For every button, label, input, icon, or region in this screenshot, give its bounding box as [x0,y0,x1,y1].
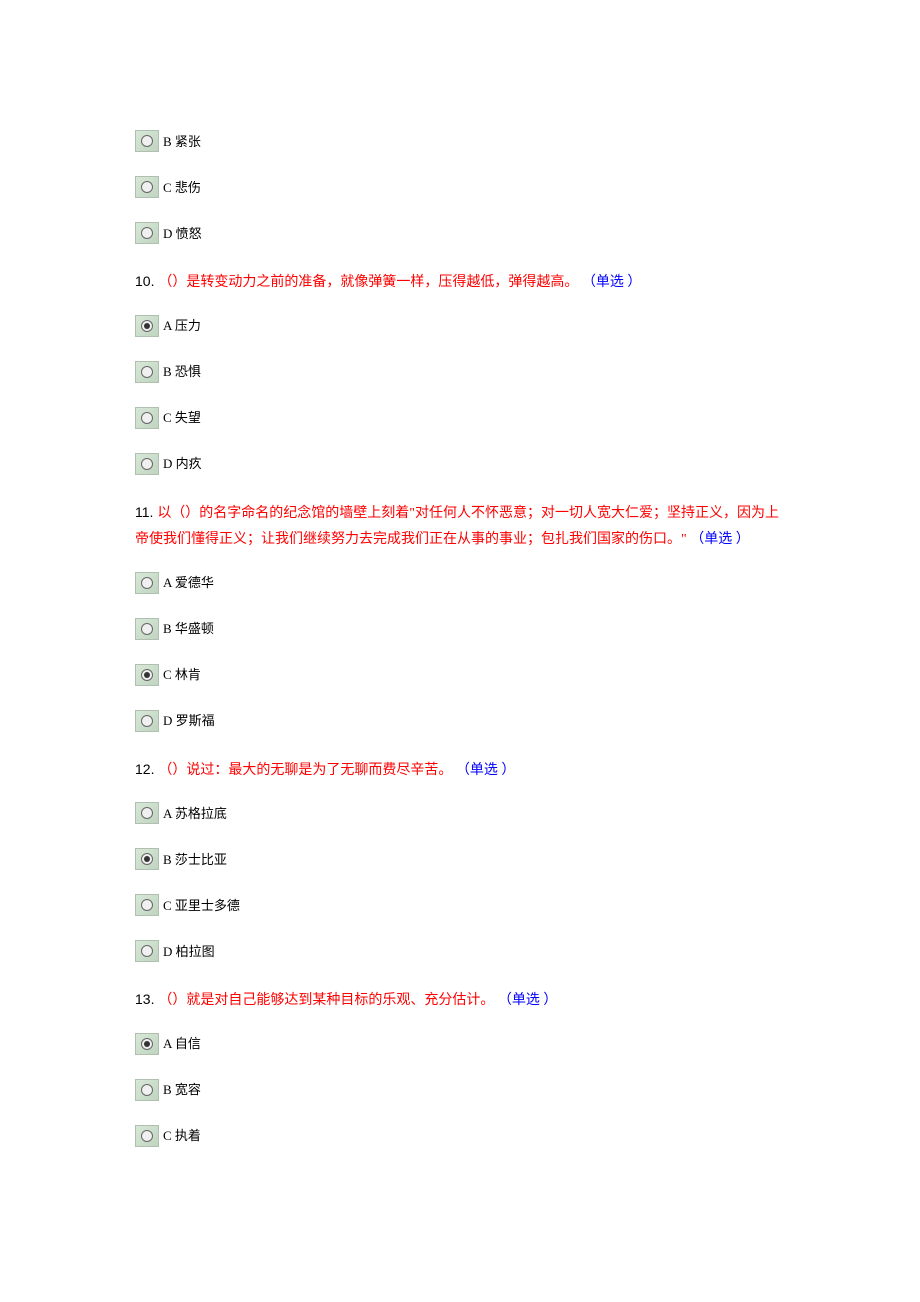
question-body: （）说过：最大的无聊是为了无聊而费尽辛苦。 [158,763,452,778]
radio-button[interactable] [135,664,159,686]
option-row[interactable]: C 失望 [135,407,785,429]
question-body: （）是转变动力之前的准备，就像弹簧一样，压得越低，弹得越高。 [158,275,578,290]
radio-button[interactable] [135,130,159,152]
radio-indicator [141,458,153,470]
radio-button[interactable] [135,1079,159,1101]
option-label: A 自信 [163,1034,201,1055]
radio-button[interactable] [135,315,159,337]
radio-button[interactable] [135,453,159,475]
radio-indicator [141,181,153,193]
option-row[interactable]: B 宽容 [135,1079,785,1101]
option-row[interactable]: D 内疚 [135,453,785,475]
radio-button[interactable] [135,802,159,824]
option-row[interactable]: C 执着 [135,1125,785,1147]
radio-indicator [141,227,153,239]
radio-indicator [141,1084,153,1096]
question-type: （单选 ） [582,275,642,290]
option-row[interactable]: C 悲伤 [135,176,785,198]
question-text: 13. （）就是对自己能够达到某种目标的乐观、充分估计。 （单选 ） [135,986,785,1015]
option-row[interactable]: B 华盛顿 [135,618,785,640]
option-row[interactable]: A 爱德华 [135,572,785,594]
radio-indicator [141,135,153,147]
radio-indicator [141,669,153,681]
question-number: 11. [135,504,157,520]
question-type: （单选 ） [456,763,516,778]
radio-button[interactable] [135,1125,159,1147]
radio-indicator [141,412,153,424]
question-type: （单选 ） [498,993,558,1008]
radio-indicator [141,853,153,865]
option-row[interactable]: A 压力 [135,315,785,337]
radio-button[interactable] [135,222,159,244]
option-label: C 失望 [163,408,201,429]
radio-indicator [141,366,153,378]
option-label: C 执着 [163,1126,201,1147]
option-label: B 华盛顿 [163,619,214,640]
question-body: （）就是对自己能够达到某种目标的乐观、充分估计。 [158,993,494,1008]
option-label: D 内疚 [163,454,202,475]
radio-indicator [141,1038,153,1050]
question-type: （单选 ） [690,532,750,547]
option-label: B 宽容 [163,1080,201,1101]
radio-button[interactable] [135,940,159,962]
radio-button[interactable] [135,894,159,916]
option-row[interactable]: B 莎士比亚 [135,848,785,870]
option-label: A 苏格拉底 [163,804,227,825]
radio-button[interactable] [135,618,159,640]
option-row[interactable]: B 紧张 [135,130,785,152]
option-label: C 悲伤 [163,178,201,199]
radio-button[interactable] [135,176,159,198]
radio-indicator [141,807,153,819]
option-row[interactable]: D 愤怒 [135,222,785,244]
question-number: 13. [135,991,158,1007]
option-label: B 恐惧 [163,362,201,383]
radio-button[interactable] [135,710,159,732]
question-number: 12. [135,761,158,777]
radio-indicator [141,899,153,911]
option-row[interactable]: A 自信 [135,1033,785,1055]
option-row[interactable]: A 苏格拉底 [135,802,785,824]
option-label: D 柏拉图 [163,942,215,963]
question-text: 10. （）是转变动力之前的准备，就像弹簧一样，压得越低，弹得越高。 （单选 ） [135,268,785,297]
radio-button[interactable] [135,848,159,870]
option-label: A 压力 [163,316,201,337]
radio-button[interactable] [135,572,159,594]
radio-indicator [141,715,153,727]
option-row[interactable]: C 亚里士多德 [135,894,785,916]
question-text: 12. （）说过：最大的无聊是为了无聊而费尽辛苦。 （单选 ） [135,756,785,785]
radio-button[interactable] [135,361,159,383]
option-label: B 紧张 [163,132,201,153]
radio-button[interactable] [135,407,159,429]
option-row[interactable]: D 柏拉图 [135,940,785,962]
question-text: 11. 以（）的名字命名的纪念馆的墙壁上刻着"对任何人不怀恶意；对一切人宽大仁爱… [135,499,785,554]
radio-indicator [141,945,153,957]
option-label: C 林肯 [163,665,201,686]
radio-button[interactable] [135,1033,159,1055]
option-label: B 莎士比亚 [163,850,227,871]
option-label: A 爱德华 [163,573,214,594]
option-row[interactable]: B 恐惧 [135,361,785,383]
question-number: 10. [135,273,158,289]
option-label: D 愤怒 [163,224,202,245]
option-row[interactable]: C 林肯 [135,664,785,686]
radio-indicator [141,1130,153,1142]
radio-indicator [141,577,153,589]
radio-indicator [141,623,153,635]
question-body: 以（）的名字命名的纪念馆的墙壁上刻着"对任何人不怀恶意；对一切人宽大仁爱；坚持正… [135,506,779,548]
option-row[interactable]: D 罗斯福 [135,710,785,732]
option-label: C 亚里士多德 [163,896,240,917]
radio-indicator [141,320,153,332]
option-label: D 罗斯福 [163,711,215,732]
